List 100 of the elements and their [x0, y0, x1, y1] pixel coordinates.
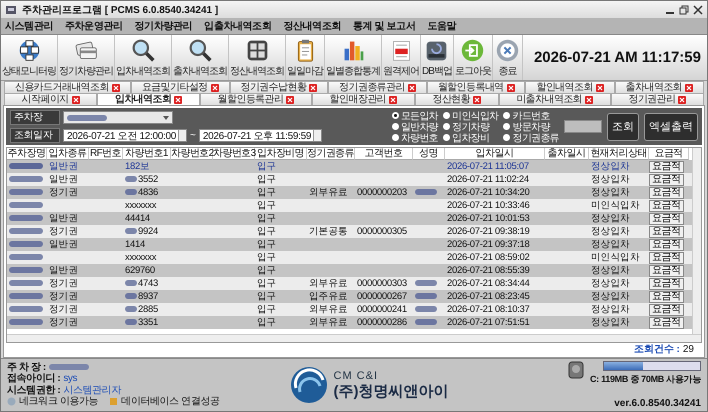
toolbar-button[interactable]: 상태모니터링	[1, 35, 58, 80]
tab[interactable]: 월할인등록관리	[200, 93, 312, 105]
date-field[interactable]: 2026-07-21 오전 12:00:00	[63, 129, 188, 142]
fee-button[interactable]: 요금적	[649, 264, 684, 276]
fee-button[interactable]: 요금적	[649, 212, 684, 224]
table-cell: 9924	[123, 226, 171, 237]
table-cell-text: 정기권	[48, 277, 80, 290]
close-icon[interactable]	[693, 4, 703, 14]
radio-option[interactable]: 입차장비	[442, 132, 498, 143]
table-row[interactable]: 일반권 182보 입구 2026-07-21 11:05:07 정상입차 요금적	[7, 160, 692, 173]
table-cell-text: xxxxxxx	[124, 252, 158, 263]
fee-button[interactable]: 요금적	[649, 238, 684, 250]
table-row[interactable]: xxxxxxx 입구 2026-07-21 08:59:02 미인식입차 요금적	[7, 251, 692, 264]
tab[interactable]: 입차내역조회	[97, 93, 200, 105]
menu-item[interactable]: 정기차량관리	[134, 19, 192, 33]
radio-icon[interactable]	[442, 112, 450, 119]
table-row[interactable]: 정기권 4743 입구 외부유료 0000000303 2026-07-21 08:34:44 정상입차 요금적	[7, 277, 692, 290]
exit-door-icon	[460, 38, 486, 63]
action-button[interactable]: 엑셀출력	[644, 112, 698, 140]
radio-icon[interactable]	[442, 134, 450, 141]
search-field[interactable]	[564, 120, 602, 133]
toolbar-button[interactable]: 종료	[492, 35, 523, 80]
fee-button[interactable]: 요금적	[649, 252, 684, 264]
range-separator: ~	[190, 130, 196, 141]
radio-icon[interactable]	[392, 134, 399, 141]
table-row[interactable]: 정기권 9924 입구 기본공통 0000000305 2026-07-21 09:38:19 정상입차 요금적	[7, 225, 692, 238]
count-label: 조회건수 :	[634, 343, 680, 356]
table-row[interactable]: 정기권 2885 입구 외부유료 0000000241 2026-07-21 08:10:37 정상입차 요금적	[7, 303, 692, 316]
table-row[interactable]: 일반권 44414 입구 2026-07-21 10:01:53 정상입차 요금적	[7, 212, 692, 225]
fee-button[interactable]: 요금적	[649, 278, 684, 290]
table-row[interactable]: 정기권 4836 입구 외부유료 0000000203 2026-07-21 10:34:20 정상입차 요금적	[7, 186, 692, 199]
tab[interactable]: 정기권관리	[610, 93, 704, 105]
radio-option[interactable]: 모든입차	[392, 110, 438, 121]
fee-button[interactable]: 요금적	[649, 304, 684, 316]
vertical-scrollbar[interactable]	[692, 148, 701, 334]
table-row[interactable]: 정기권 3351 입구 외부유료 0000000286 2026-07-21 07:51:51 정상입차 요금적	[7, 316, 692, 329]
table-cell-text: 정상입차	[590, 303, 631, 316]
menu-item[interactable]: 주차운영관리	[65, 19, 123, 33]
table-cell-text: 0000000241	[356, 304, 408, 315]
tab[interactable]: 시작페이지	[4, 93, 98, 105]
radio-option[interactable]: 차량번호	[392, 132, 438, 143]
table-row[interactable]: 일반권 1414 입구 2026-07-21 09:37:18 정상입차 요금적	[7, 238, 692, 251]
radio-option[interactable]: 정기권종류	[503, 132, 559, 143]
menu-item[interactable]: 시스템관리	[5, 19, 54, 33]
radio-icon[interactable]	[392, 123, 399, 130]
date-field[interactable]: 2026-07-21 오후 11:59:59	[198, 129, 322, 142]
toolbar-button[interactable]: 정기차량관리	[58, 35, 115, 80]
tab[interactable]: 미출차내역조회	[498, 93, 611, 105]
tab[interactable]: 정기권수납현황	[230, 81, 328, 93]
table-row[interactable]: 정기권 8937 입구 입주유료 0000000267 2026-07-21 08:23:45 정상입차 요금적	[7, 290, 692, 303]
magnifier-icon	[130, 38, 156, 63]
toolbar-button[interactable]: 정산내역조회	[229, 35, 286, 80]
fee-button[interactable]: 요금적	[649, 186, 684, 198]
table-cell: 2885	[123, 304, 171, 315]
menu-item[interactable]: 입출차내역조회	[204, 19, 272, 33]
radio-icon[interactable]	[503, 112, 510, 119]
menu-item[interactable]: 통계 및 보고서	[353, 19, 416, 33]
radio-icon[interactable]	[442, 123, 450, 130]
toolbar-button[interactable]: 로그아웃	[454, 35, 493, 80]
table-cell-text: 정상입차	[590, 264, 631, 277]
radio-option[interactable]: 카드번호	[503, 110, 559, 121]
toolbar-button[interactable]: 일일마감	[286, 35, 325, 80]
restore-icon[interactable]	[679, 4, 689, 14]
menu-item[interactable]: 정산내역조회	[283, 19, 342, 33]
table-row[interactable]: 일반권 3552 입구 2026-07-21 11:02:24 정상입차 요금적	[7, 173, 692, 186]
table-row[interactable]: 일반권 629760 입구 2026-07-21 08:55:39 정상입차 요금적	[7, 264, 692, 277]
radio-option[interactable]: 방문차량	[503, 121, 559, 132]
horizontal-scrollbar[interactable]	[7, 334, 701, 342]
tab[interactable]: 월할인등록내역	[426, 81, 526, 93]
table-cell-text: 0000000286	[356, 317, 408, 328]
toolbar-button[interactable]: DB백업	[421, 35, 454, 80]
toolbar-button[interactable]: 일별종합통계	[325, 35, 382, 80]
table-cell-text: 미인식입차	[590, 199, 641, 212]
tab[interactable]: 정기권종류관리	[328, 81, 427, 93]
fee-button[interactable]: 요금적	[649, 200, 684, 212]
toolbar-button[interactable]: 출차내역조회	[172, 35, 229, 80]
fee-button[interactable]: 요금적	[649, 226, 684, 238]
table-row[interactable]: xxxxxxx 입구 2026-07-21 10:33:46 미인식입차 요금적	[7, 199, 692, 212]
radio-icon[interactable]	[392, 112, 399, 119]
table-cell-text: 입구	[256, 277, 278, 290]
fee-button[interactable]: 요금적	[649, 290, 684, 302]
tab[interactable]: 출차내역조회	[614, 81, 704, 93]
tab[interactable]: 할인내역조회	[525, 81, 615, 93]
radio-option[interactable]: 미인식입차	[442, 110, 498, 121]
radio-option[interactable]: 정기차량	[442, 121, 498, 132]
fee-button[interactable]: 요금적	[649, 160, 684, 172]
tab[interactable]: 할인매장관리	[312, 93, 415, 105]
toolbar-button[interactable]: 입차내역조회	[115, 35, 172, 80]
tab[interactable]: 요금및기타설정	[130, 81, 230, 93]
radio-option[interactable]: 일반차량	[392, 121, 438, 132]
radio-icon[interactable]	[503, 134, 510, 141]
tab[interactable]: 신용카드거래내역조회	[4, 81, 131, 93]
menu-item[interactable]: 도움말	[427, 19, 456, 33]
fee-button[interactable]: 요금적	[649, 174, 684, 186]
parking-lot-dropdown[interactable]	[63, 111, 173, 124]
radio-icon[interactable]	[503, 123, 510, 130]
fee-button[interactable]: 요금적	[649, 316, 684, 328]
tab[interactable]: 정산현황	[414, 93, 499, 105]
toolbar-button[interactable]: 원격제어	[382, 35, 421, 80]
action-button[interactable]: 조회	[607, 112, 639, 140]
